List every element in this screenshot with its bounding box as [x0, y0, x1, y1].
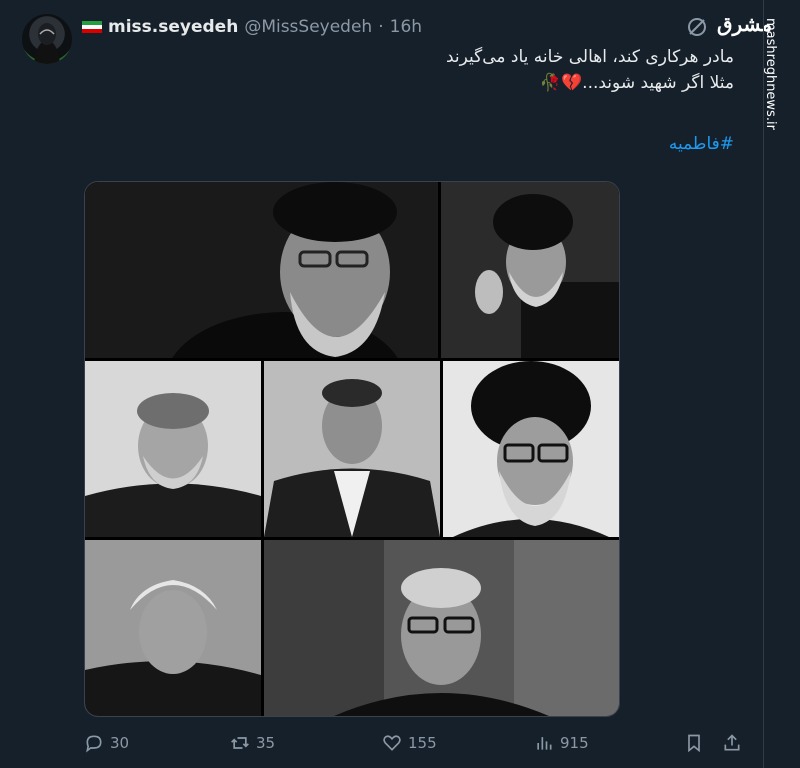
- bookmark-icon: [688, 734, 700, 753]
- broken-heart-rose-emoji: 💔🥀: [539, 73, 583, 93]
- views-button[interactable]: 915: [534, 733, 589, 753]
- share-button[interactable]: [722, 733, 742, 753]
- photo-5[interactable]: [443, 361, 619, 537]
- tweet-time[interactable]: 16h: [390, 17, 422, 37]
- like-button[interactable]: 155: [382, 733, 437, 753]
- separator-dot: ·: [378, 17, 384, 37]
- photo-1[interactable]: [85, 182, 438, 358]
- like-count: 155: [408, 734, 437, 752]
- retweet-icon: [231, 737, 249, 749]
- heart-icon: [383, 735, 401, 751]
- grok-icon[interactable]: [686, 16, 708, 38]
- share-icon: [724, 734, 740, 751]
- tweet-line-2: مثلا اگر شهید شوند...💔🥀: [174, 70, 734, 96]
- photo-4[interactable]: [264, 361, 440, 537]
- photo-3[interactable]: [85, 361, 261, 537]
- bookmark-button[interactable]: [684, 733, 704, 753]
- display-name[interactable]: miss.seyedeh: [108, 17, 238, 37]
- avatar[interactable]: [22, 14, 72, 64]
- photo-6[interactable]: [85, 540, 261, 716]
- tweet-header: miss.seyedeh @MissSeyedeh · 16h: [82, 16, 422, 38]
- retweet-count: 35: [256, 734, 276, 752]
- hashtag-link[interactable]: #فاطمیه: [669, 134, 734, 154]
- views-count: 915: [560, 734, 589, 752]
- tweet-line-1: مادر هرکاری کند، اهالی خانه یاد می‌گیرند: [445, 47, 734, 67]
- iran-flag-icon: [82, 20, 102, 34]
- views-icon: [537, 737, 552, 750]
- reply-count: 30: [110, 734, 130, 752]
- action-bar: 30 35 155 915: [84, 733, 744, 759]
- photo-2[interactable]: [441, 182, 619, 358]
- tweet-text: مادر هرکاری کند، اهالی خانه یاد می‌گیرند…: [174, 44, 734, 96]
- watermark-side-text: mashreghnews.ir: [763, 18, 778, 130]
- photo-7[interactable]: [264, 540, 619, 716]
- media-grid[interactable]: [84, 181, 620, 717]
- reply-icon: [86, 735, 102, 753]
- retweet-button[interactable]: 35: [230, 733, 275, 753]
- reply-button[interactable]: 30: [84, 733, 129, 753]
- tweet-line-2-text: مثلا اگر شهید شوند...: [582, 73, 734, 93]
- timeline-border: [763, 0, 764, 768]
- user-handle[interactable]: @MissSeyedeh: [244, 17, 372, 37]
